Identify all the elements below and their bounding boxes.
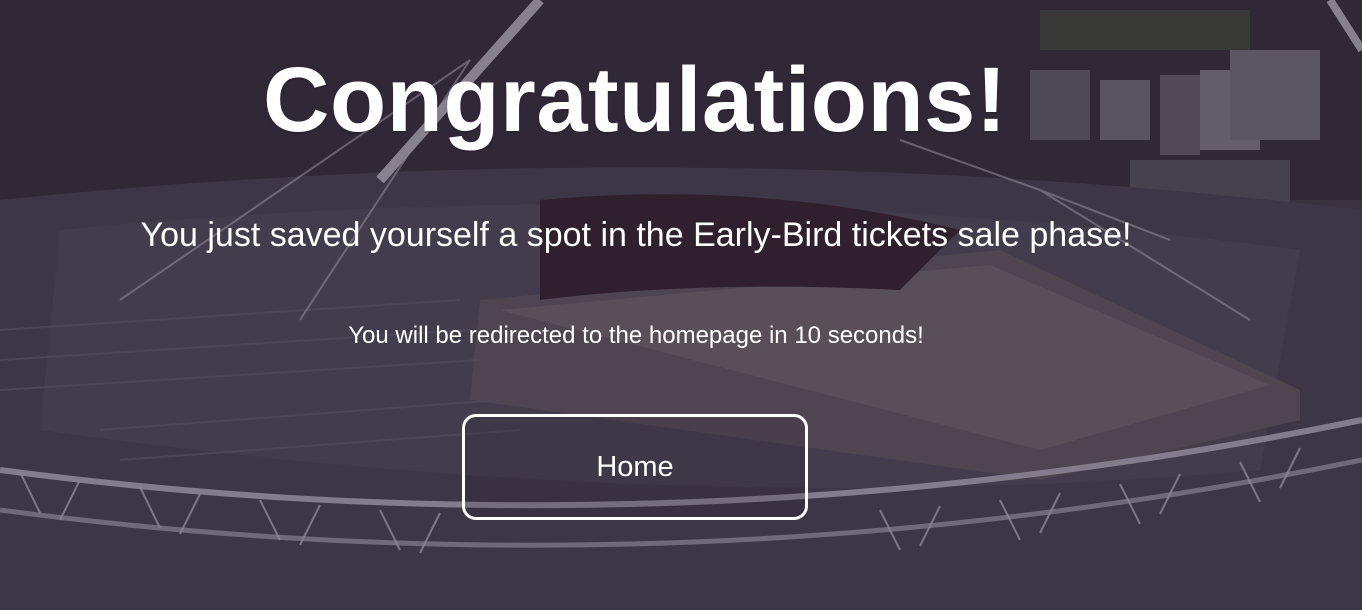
redirect-notice: You will be redirected to the homepage i… — [348, 322, 924, 349]
page-title: Congratulations! — [263, 49, 1007, 151]
confirmation-message: You just saved yourself a spot in the Ea… — [140, 216, 1132, 254]
confirmation-content: Congratulations! You just saved yourself… — [0, 0, 1362, 610]
home-button[interactable]: Home — [462, 414, 808, 520]
